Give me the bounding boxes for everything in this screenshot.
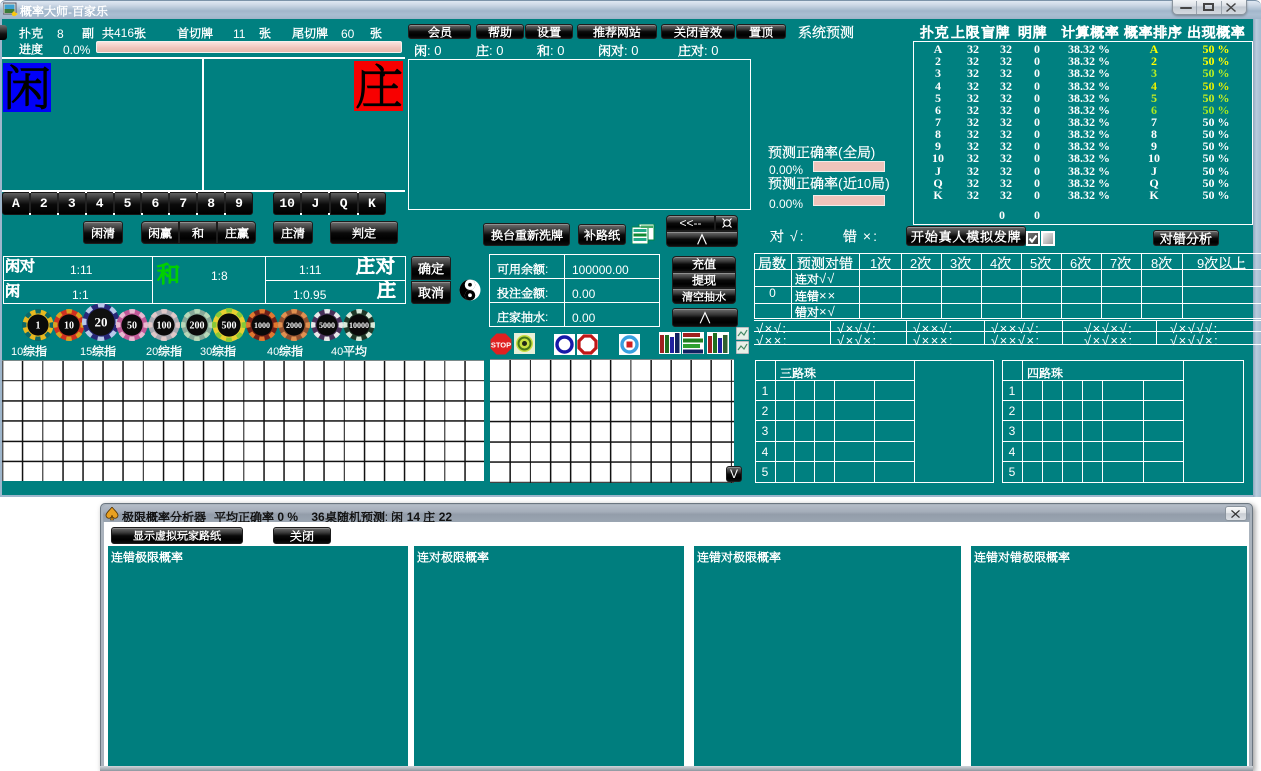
svg-text:200: 200	[189, 320, 204, 331]
svg-text:20: 20	[95, 315, 108, 330]
svg-text:5000: 5000	[319, 320, 335, 329]
svg-text:500: 500	[221, 320, 236, 331]
svg-text:10000: 10000	[349, 320, 369, 329]
svg-text:1000: 1000	[254, 320, 270, 329]
svg-text:100: 100	[157, 320, 172, 331]
svg-text:2000: 2000	[286, 320, 302, 329]
svg-text:10: 10	[64, 320, 74, 331]
svg-text:STOP: STOP	[491, 341, 511, 350]
svg-text:1: 1	[36, 320, 41, 331]
svg-text:50: 50	[127, 320, 137, 331]
